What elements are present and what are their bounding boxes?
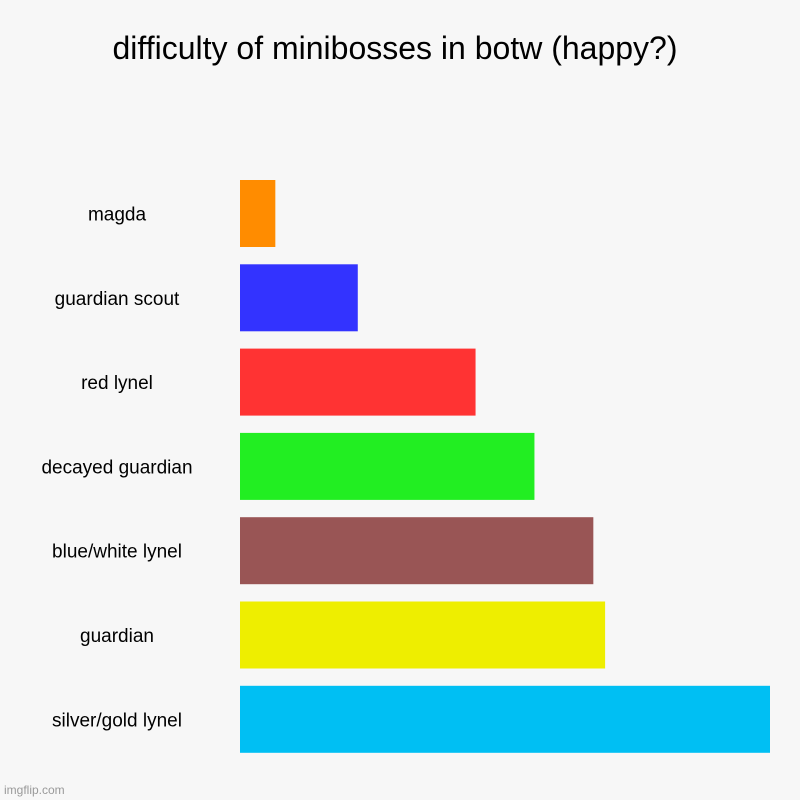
watermark: imgflip.com (4, 783, 65, 797)
bar-magda (240, 180, 276, 247)
bar-guardian (240, 601, 606, 669)
bar-red-lynel (240, 348, 476, 416)
category-label: guardian scout (55, 289, 180, 310)
bar-decayed-guardian (240, 432, 535, 500)
bar-blue-white-lynel (240, 517, 594, 585)
category-label: guardian (80, 626, 154, 647)
category-label: decayed guardian (41, 457, 192, 478)
category-label: blue/white lynel (52, 542, 182, 563)
bar-silver-gold-lynel (240, 685, 770, 753)
bar-guardian-scout (240, 264, 358, 332)
bar-chart: magda guardian scout red lynel decayed guar… (41, 180, 770, 753)
category-label: magda (88, 205, 147, 226)
category-label: silver/gold lynel (52, 710, 182, 731)
category-label: red lynel (81, 373, 153, 394)
